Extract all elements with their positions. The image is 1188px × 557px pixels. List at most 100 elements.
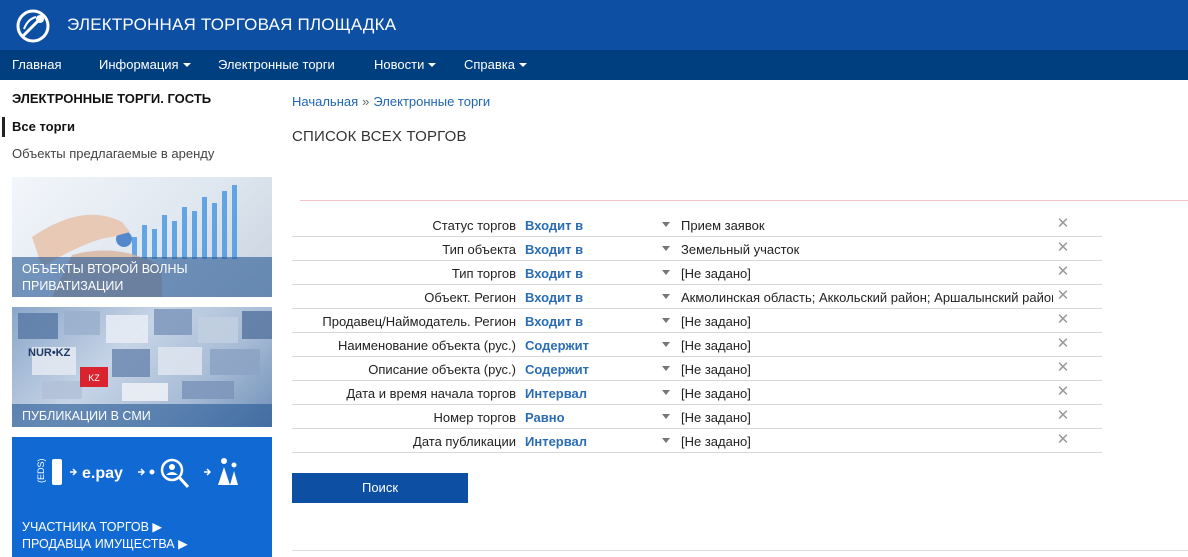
banner-media-publications[interactable]: KZ NUR•KZ ПУБЛИКАЦИИ В СМИ [12,307,272,427]
filter-operator[interactable]: Входит в [525,218,583,233]
chevron-down-icon[interactable] [662,390,670,395]
filter-value[interactable]: Земельный участок [681,242,1053,257]
nav-item-news[interactable]: Новости [374,50,437,80]
close-icon[interactable]: ✕ [1056,407,1070,425]
filter-operator[interactable]: Содержит [525,338,589,353]
filter-value[interactable]: [Не задано] [681,338,1053,353]
sidebar-title: ЭЛЕКТРОННЫЕ ТОРГИ. ГОСТЬ [12,91,212,106]
filter-label: Дата публикации [413,434,516,449]
nav-item-label: Электронные торги [218,57,335,72]
filter-label: Объект. Регион [424,290,516,305]
banner-caption-line[interactable]: ПРОДАВЦА ИМУЩЕСТВА ▶ [22,536,262,553]
filter-value[interactable]: [Не задано] [681,434,1053,449]
filter-value[interactable]: [Не задано] [681,386,1053,401]
banner-caption: УЧАСТНИКА ТОРГОВ ▶ ПРОДАВЦА ИМУЩЕСТВА ▶ [12,515,272,557]
nav-item-home[interactable]: Главная [12,50,61,80]
eds-label: (EDS) [36,458,46,483]
sidebar-item-all-auctions[interactable]: Все торги [2,117,75,137]
chevron-down-icon[interactable] [662,318,670,323]
filter-label: Наименование объекта (рус.) [337,338,516,353]
site-title: ЭЛЕКТРОННАЯ ТОРГОВАЯ ПЛОЩАДКА [67,15,397,34]
filter-row: Наименование объекта (рус.) Содержит [Не… [292,333,1102,357]
breadcrumb-current-link[interactable]: Электронные торги [373,94,490,109]
chevron-down-icon [428,62,437,67]
filter-label: Статус торгов [432,218,516,233]
usb-key-icon [52,459,62,485]
filter-label: Тип торгов [451,266,516,281]
filter-operator[interactable]: Интервал [525,434,587,449]
close-icon[interactable]: ✕ [1056,431,1070,449]
banner-participants[interactable]: (EDS) e.pay УЧАСТНИКА ТОРГОВ ▶ ПРОДАВЦА … [12,437,272,557]
banner-privatization[interactable]: ОБЪЕКТЫ ВТОРОЙ ВОЛНЫ ПРИВАТИЗАЦИИ [12,177,272,297]
close-icon[interactable]: ✕ [1056,263,1070,281]
chevron-down-icon[interactable] [662,270,670,275]
close-icon[interactable]: ✕ [1056,383,1070,401]
close-icon[interactable]: ✕ [1056,335,1070,353]
chevron-down-icon[interactable] [662,414,670,419]
filter-value[interactable]: [Не задано] [681,362,1053,377]
nav-item-help[interactable]: Справка [464,50,527,80]
banner-caption-line: ПУБЛИКАЦИИ В СМИ [22,409,151,423]
filter-operator[interactable]: Интервал [525,386,587,401]
filter-label: Дата и время начала торгов [346,386,516,401]
filter-value[interactable]: [Не задано] [681,410,1053,425]
filter-value[interactable]: Прием заявок [681,218,1053,233]
breadcrumb-home-link[interactable]: Начальная [292,94,358,109]
banner-caption: ОБЪЕКТЫ ВТОРОЙ ВОЛНЫ ПРИВАТИЗАЦИИ [12,257,272,297]
chevron-down-icon[interactable] [662,366,670,371]
chevron-down-icon[interactable] [662,246,670,251]
nav-item-e-auctions[interactable]: Электронные торги [218,50,335,80]
filter-label: Описание объекта (рус.) [368,362,516,377]
breadcrumb: Начальная » Электронные торги [292,94,490,109]
site-header: ЭЛЕКТРОННАЯ ТОРГОВАЯ ПЛОЩАДКА [0,0,1188,50]
epay-label: e.pay [82,465,123,482]
services-icons-strip: (EDS) e.pay [36,458,238,489]
filter-operator[interactable]: Входит в [525,314,583,329]
filter-operator[interactable]: Входит в [525,266,583,281]
close-icon[interactable]: ✕ [1056,359,1070,377]
chevron-down-icon [182,62,191,67]
divider [292,550,1188,551]
sidebar-item-rental-objects[interactable]: Объекты предлагаемые в аренду [12,146,214,161]
filter-value[interactable]: [Не задано] [681,266,1053,281]
filter-label: Продавец/Наймодатель. Регион [322,314,516,329]
page-title: СПИСОК ВСЕХ ТОРГОВ [292,128,467,145]
chevron-down-icon[interactable] [662,222,670,227]
nav-item-label: Новости [374,57,425,72]
filter-table: Статус торгов Входит в Прием заявок ✕ Ти… [292,213,1102,453]
filter-label: Тип объекта [442,242,516,257]
close-icon[interactable]: ✕ [1056,287,1070,305]
filter-row: Дата и время начала торгов Интервал [Не … [292,381,1102,405]
filter-operator[interactable]: Входит в [525,242,583,257]
chevron-down-icon[interactable] [662,294,670,299]
breadcrumb-separator: » [362,94,370,109]
filter-row: Описание объекта (рус.) Содержит [Не зад… [292,357,1102,381]
close-icon[interactable]: ✕ [1056,311,1070,329]
chevron-down-icon[interactable] [662,342,670,347]
banner-caption-line[interactable]: УЧАСТНИКА ТОРГОВ ▶ [22,519,262,536]
filter-row: Тип объекта Входит в Земельный участок ✕ [292,237,1102,261]
close-icon[interactable]: ✕ [1056,239,1070,257]
banner-caption: ПУБЛИКАЦИИ В СМИ [12,404,272,427]
sidebar: ЭЛЕКТРОННЫЕ ТОРГИ. ГОСТЬ Все торги Объек… [0,80,280,557]
chevron-down-icon [519,62,527,67]
main-nav: Главная Информация Электронные торги Нов… [0,50,1188,80]
filter-row: Продавец/Наймодатель. Регион Входит в [Н… [292,309,1102,333]
filter-value[interactable]: [Не задано] [681,314,1053,329]
search-button[interactable]: Поиск [292,473,468,503]
nav-item-information[interactable]: Информация [99,50,191,80]
nav-item-label: Информация [99,57,179,72]
filter-value[interactable]: Акмолинская область; Аккольский район; А… [681,290,1053,305]
filter-row: Дата публикации Интервал [Не задано] ✕ [292,429,1102,453]
filter-operator[interactable]: Содержит [525,362,589,377]
nur-kz-logo: NUR•KZ [28,347,71,359]
logo-icon[interactable] [16,9,50,43]
filter-operator[interactable]: Равно [525,410,565,425]
filter-label: Номер торгов [433,410,517,425]
people-icon [221,458,227,464]
chevron-down-icon[interactable] [662,438,670,443]
filter-operator[interactable]: Входит в [525,290,583,305]
filter-row: Статус торгов Входит в Прием заявок ✕ [292,213,1102,237]
filter-row: Номер торгов Равно [Не задано] ✕ [292,405,1102,429]
close-icon[interactable]: ✕ [1056,215,1070,233]
